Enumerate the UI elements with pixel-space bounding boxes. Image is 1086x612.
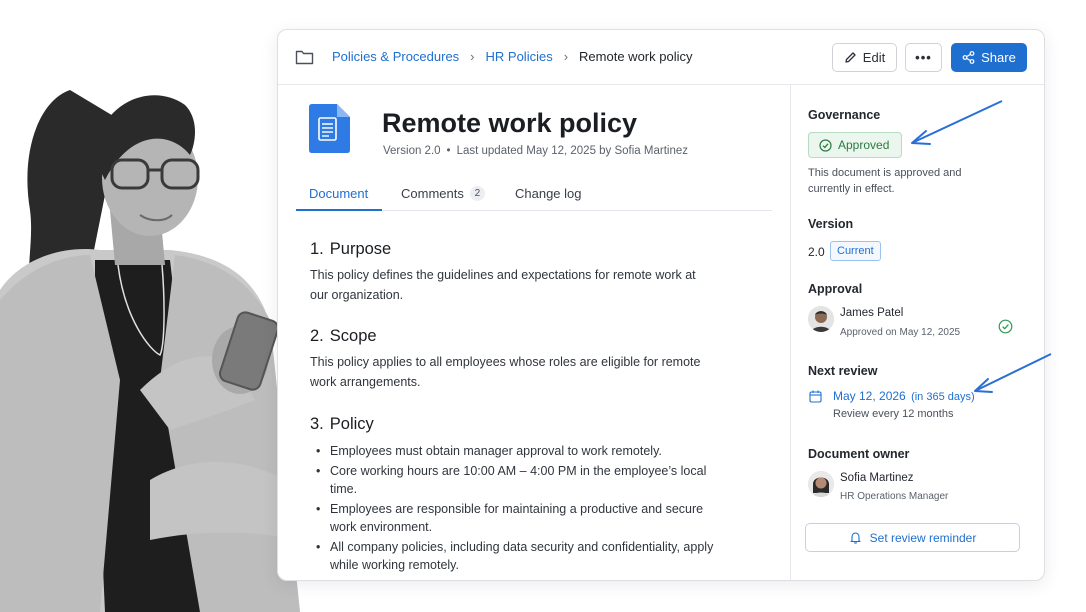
owner-role: HR Operations Manager [840, 491, 949, 502]
policy-list: Employees must obtain manager approval t… [316, 442, 716, 576]
section-text: This policy applies to all employees who… [310, 355, 701, 389]
chevron-right-icon: › [563, 49, 569, 64]
tab-bar: Document Comments 2 Change log [296, 177, 772, 211]
avatar [808, 306, 834, 332]
section-heading: 1. Purpose [310, 240, 392, 258]
next-review-date[interactable]: May 12, 2026 (in 365 days) [833, 389, 975, 403]
section-text: This policy defines the guidelines and e… [310, 268, 696, 302]
status-label: Approved [838, 138, 890, 152]
tab-comments[interactable]: Comments 2 [401, 186, 485, 201]
page-title: Remote work policy [382, 108, 638, 138]
section-heading: 2. Scope [310, 327, 377, 345]
document-pane: Remote work policy Version 2.0 • Last upda… [278, 85, 790, 580]
governance-heading: Governance [808, 108, 881, 122]
details-sidebar: Governance Approved This document is app… [790, 85, 1044, 580]
annotation-arrow-approved [911, 100, 1003, 145]
edit-button[interactable]: Edit [832, 43, 897, 72]
share-icon [962, 51, 975, 64]
tab-change-log[interactable]: Change log [515, 186, 582, 201]
version-text: Version 2.0 [383, 145, 441, 157]
person-photo [0, 90, 300, 612]
last-updated-text: Last updated May 12, 2025 by Sofia Marti… [456, 145, 688, 157]
review-frequency: Review every 12 months [833, 408, 954, 420]
approver-name: James Patel [840, 307, 904, 319]
tab-document[interactable]: Document [309, 186, 368, 201]
pencil-icon [845, 52, 856, 63]
folder-icon[interactable] [295, 49, 314, 65]
owner-heading: Document owner [808, 447, 910, 461]
set-review-reminder-button[interactable]: Set review reminder [805, 523, 1020, 552]
annotation-arrow-review [974, 353, 1052, 393]
comment-count-badge: 2 [469, 186, 485, 201]
breadcrumb: Policies & Procedures › HR Policies › Re… [332, 49, 692, 64]
document-icon [309, 104, 350, 153]
breadcrumb-current: Remote work policy [579, 49, 693, 64]
reminder-label: Set review reminder [869, 530, 977, 545]
share-label: Share [981, 50, 1016, 65]
breadcrumb-link-hr[interactable]: HR Policies [486, 49, 553, 64]
approval-heading: Approval [808, 282, 863, 296]
breadcrumb-link-policies[interactable]: Policies & Procedures [332, 49, 459, 64]
list-item: Core working hours are 10:00 AM – 4:00 P… [316, 462, 716, 498]
chevron-right-icon: › [470, 49, 475, 64]
section-heading: 3. Policy [310, 415, 374, 433]
status-badge: Approved [808, 132, 902, 158]
owner-name: Sofia Martinez [840, 472, 914, 484]
version-heading: Version [808, 217, 854, 231]
edit-label: Edit [862, 50, 886, 65]
governance-description: This document is approved and currently … [808, 167, 962, 195]
check-circle-icon [998, 319, 1013, 334]
share-button[interactable]: Share [951, 43, 1027, 72]
version-number: 2.0 [808, 245, 825, 259]
tab-label: Document [309, 186, 369, 201]
tab-label: Change log [515, 186, 582, 201]
more-options-button[interactable]: ••• [905, 43, 942, 72]
check-circle-icon [819, 138, 832, 152]
calendar-icon [809, 390, 822, 403]
active-tab-indicator [296, 209, 382, 211]
approval-date: Approved on May 12, 2025 [840, 327, 961, 338]
list-item: Employees are responsible for maintainin… [316, 500, 716, 536]
current-badge: Current [830, 241, 881, 261]
list-item: Employees must obtain manager approval t… [316, 442, 716, 460]
bell-icon [850, 532, 861, 544]
next-review-heading: Next review [808, 364, 878, 378]
tab-label: Comments [401, 186, 464, 201]
top-bar: Policies & Procedures › HR Policies › Re… [278, 30, 1044, 85]
document-meta: Version 2.0 • Last updated May 12, 2025 by… [383, 145, 688, 157]
list-item: All company policies, including data sec… [316, 538, 716, 574]
avatar [808, 471, 834, 497]
